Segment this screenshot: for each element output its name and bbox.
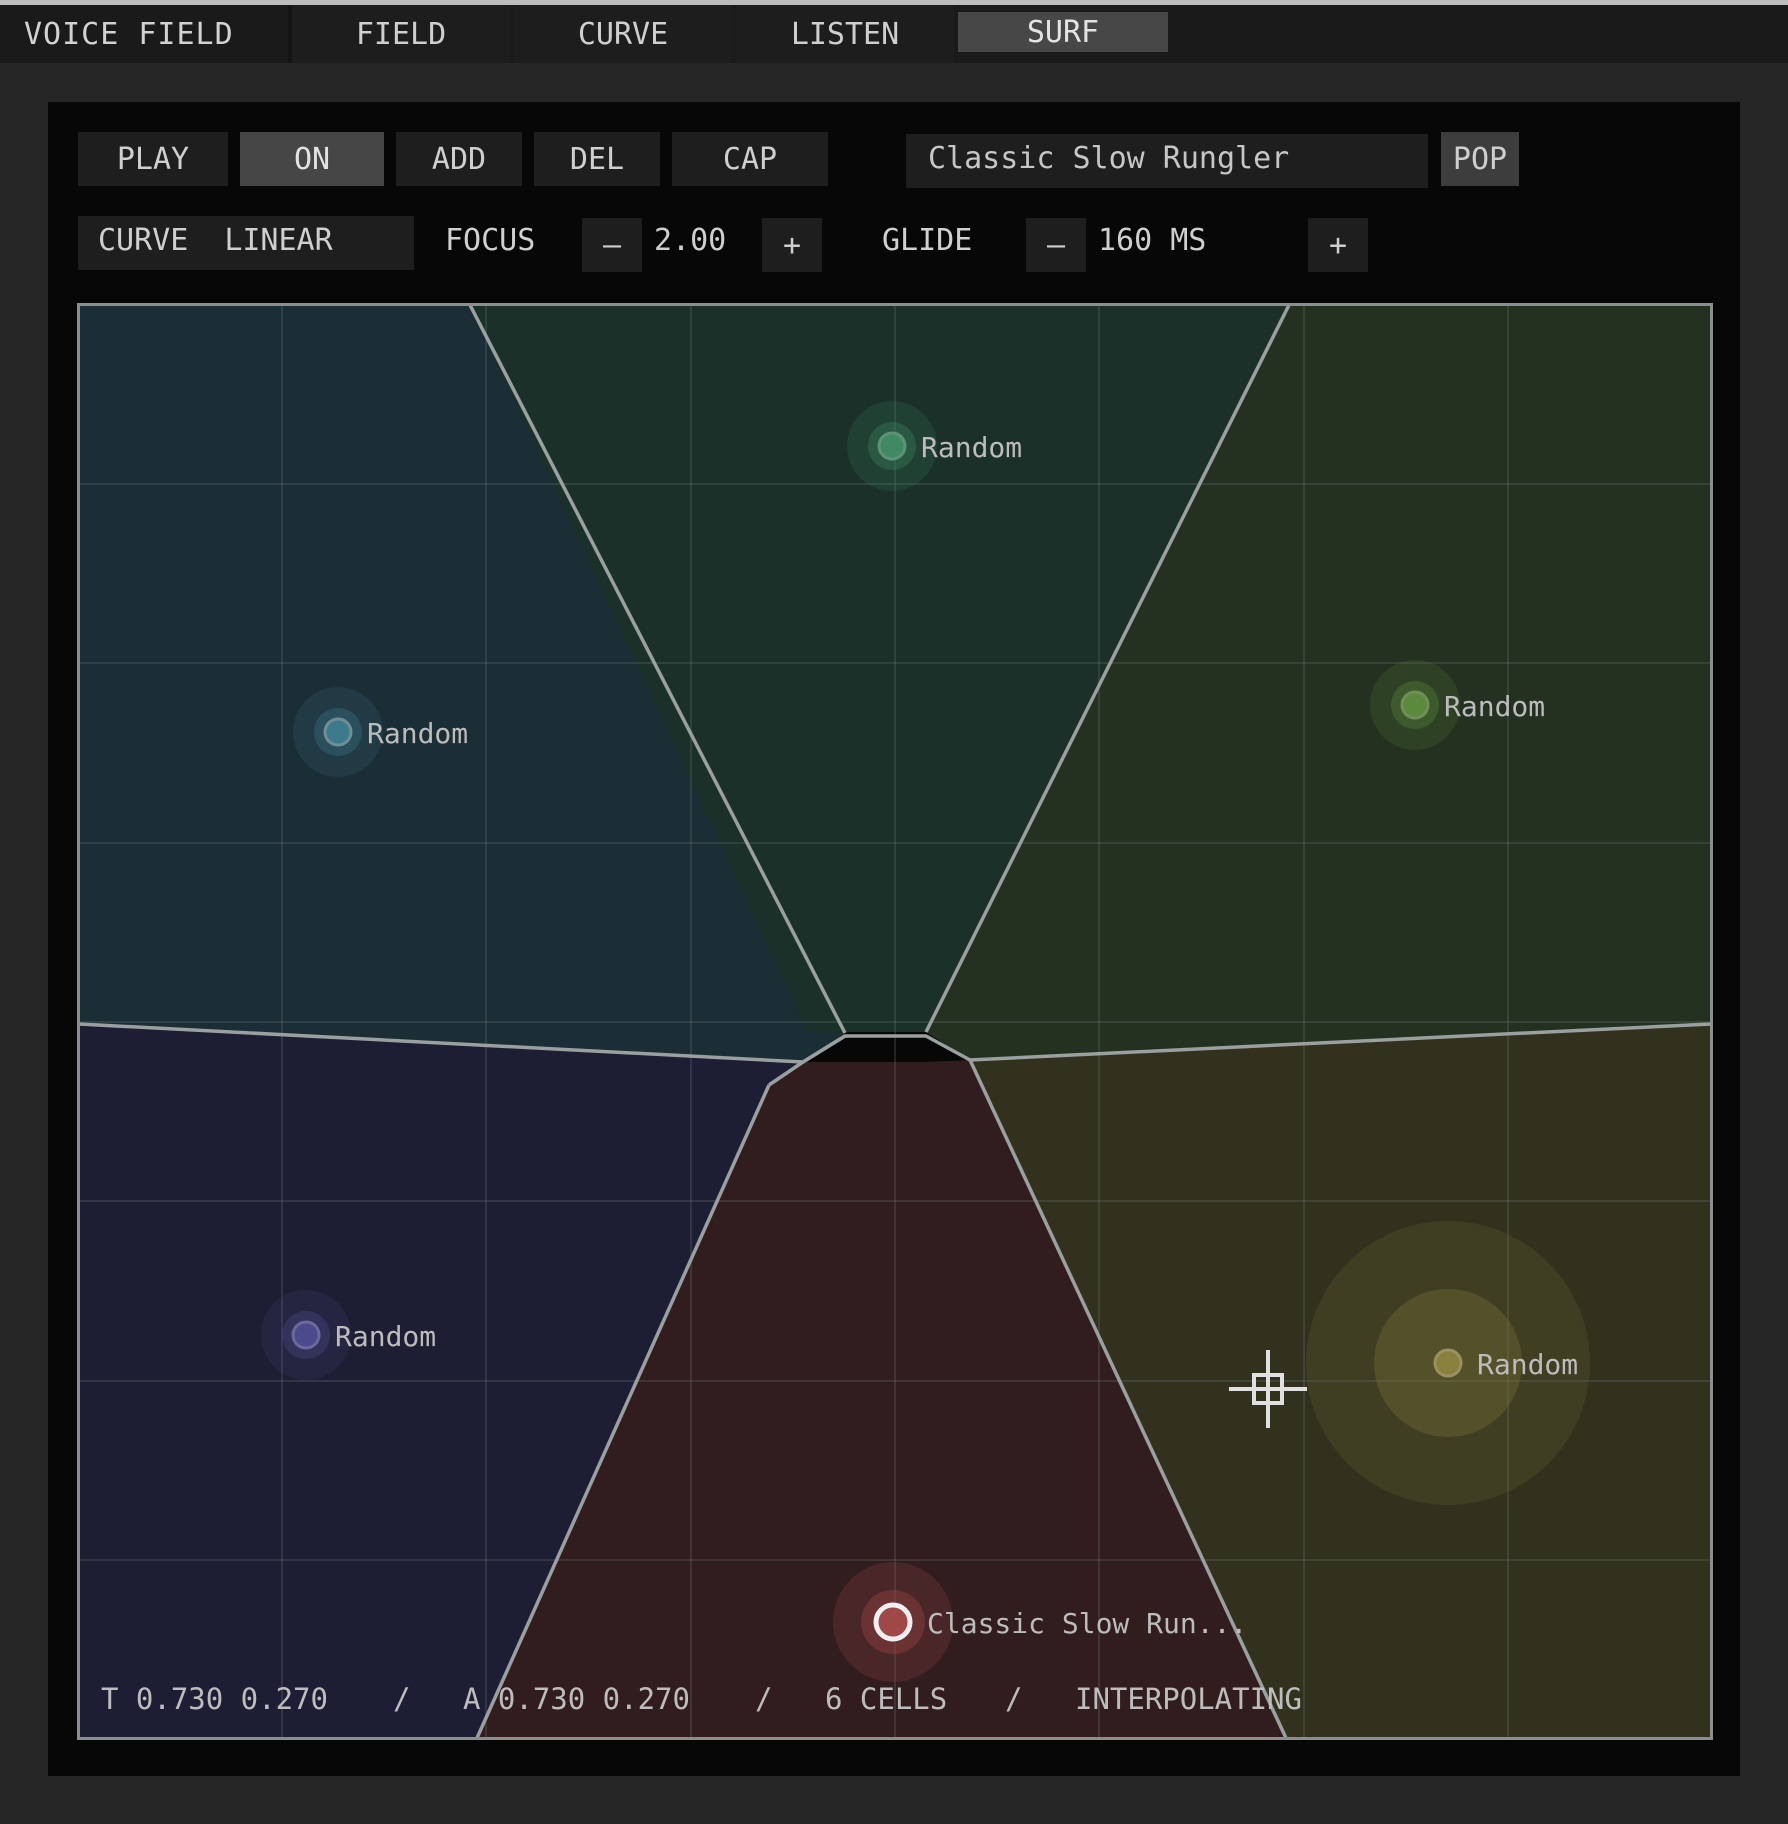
status-cell-count: 6 CELLS [825,1682,947,1716]
status-separator: / [1005,1682,1022,1716]
capture-button[interactable]: CAP [672,132,828,186]
curve-value: LINEAR [224,222,333,258]
glide-increment-button[interactable]: + [1308,218,1368,272]
glide-decrement-button[interactable]: – [1026,218,1086,272]
status-separator: / [393,1682,410,1716]
app-title: VOICE FIELD [0,5,292,63]
play-button[interactable]: PLAY [78,132,228,186]
focus-label: FOCUS [445,222,536,258]
focus-value: 2.00 [654,222,727,258]
curve-label: CURVE [98,222,189,258]
voice-point-label: Random [1444,690,1545,723]
status-actual: A 0.730 0.270 [463,1682,690,1716]
add-button[interactable]: ADD [396,132,522,186]
voice-point-label: Random [1477,1348,1578,1381]
status-mode: INTERPOLATING [1075,1682,1302,1716]
status-target: T 0.730 0.270 [101,1682,328,1716]
status-separator: / [755,1682,772,1716]
on-toggle[interactable]: ON [240,132,384,186]
voice-field-canvas[interactable]: Random Random Random Random Random Class… [77,303,1713,1740]
tab-field[interactable]: FIELD [292,5,510,63]
delete-button[interactable]: DEL [534,132,660,186]
focus-decrement-button[interactable]: – [582,218,642,272]
voice-point-label: Random [367,717,468,750]
tab-surf[interactable]: SURF [958,12,1168,52]
voice-point-label: Random [335,1320,436,1353]
tab-curve[interactable]: CURVE [514,5,732,63]
voice-point-5-active[interactable]: Random [1306,1221,1590,1505]
preset-name-field[interactable]: Classic Slow Rungler [906,134,1428,188]
glide-label: GLIDE [882,222,973,258]
glide-value: 160 MS [1098,222,1207,258]
tab-bar: VOICE FIELD FIELD CURVE LISTEN SURF [0,5,1788,63]
pop-button[interactable]: POP [1441,132,1519,186]
curve-selector[interactable]: CURVE LINEAR [78,216,414,270]
voice-point-label: Random [921,431,1022,464]
voice-point-label: Classic Slow Run... [927,1607,1247,1640]
tab-listen[interactable]: LISTEN [736,5,954,63]
focus-increment-button[interactable]: + [762,218,822,272]
surf-panel: PLAY ON ADD DEL CAP Classic Slow Rungler… [48,102,1740,1776]
